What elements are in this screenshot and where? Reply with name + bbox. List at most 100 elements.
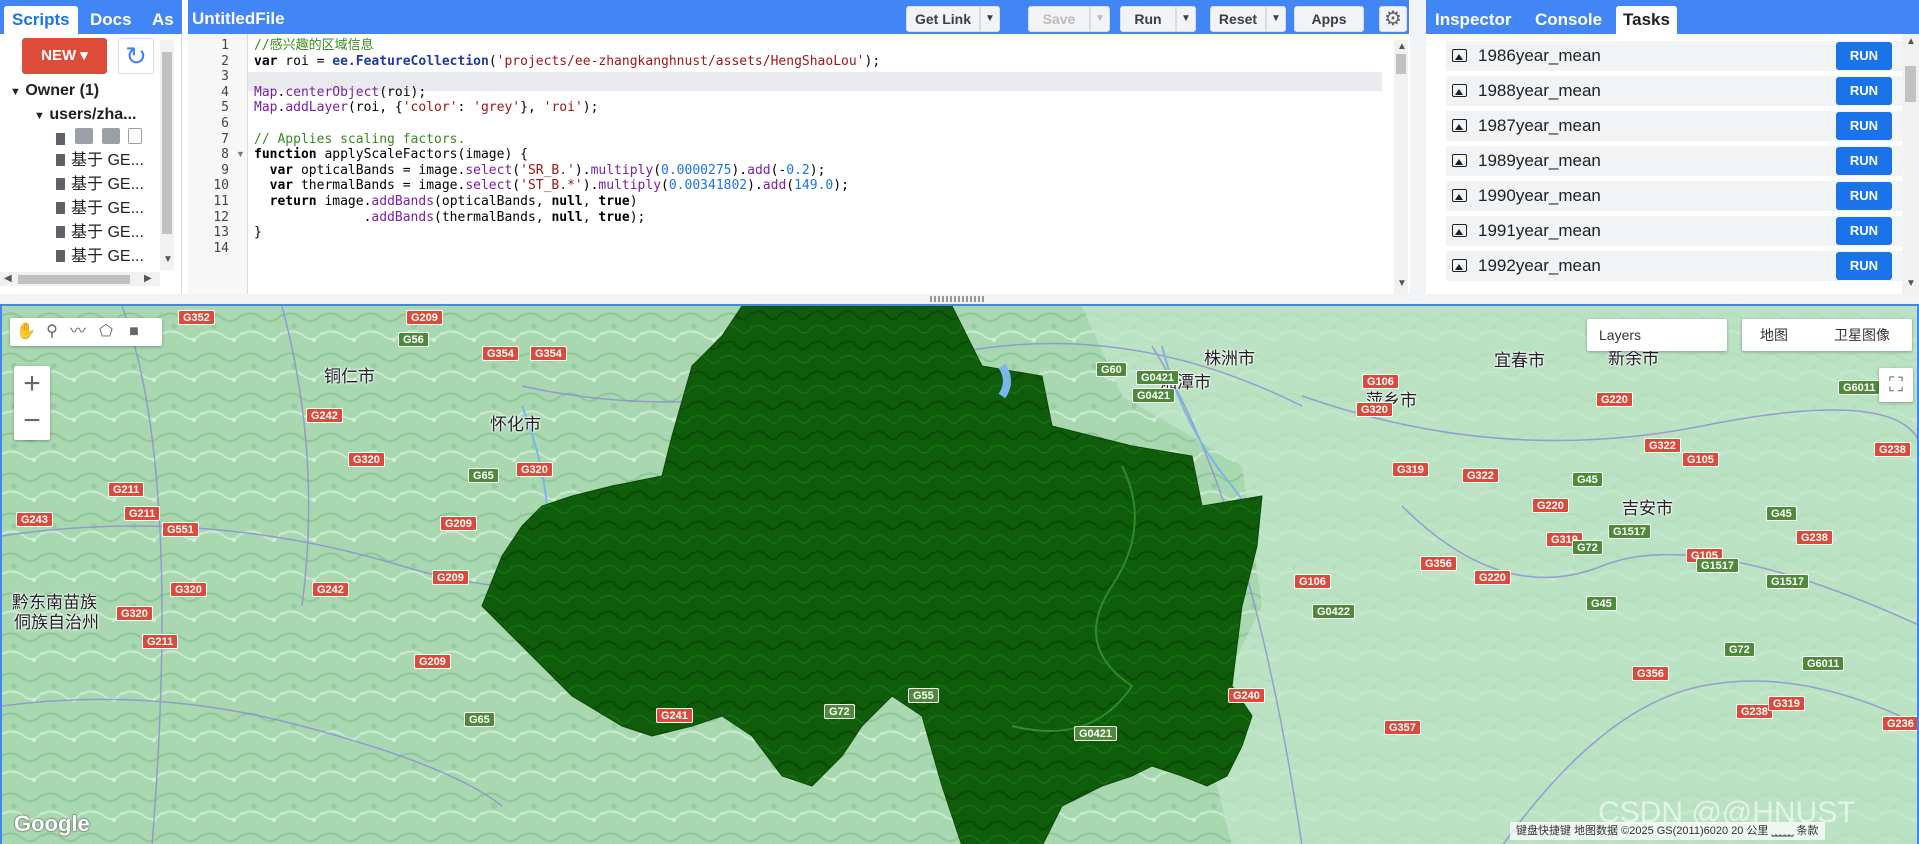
zoom-in-button[interactable]: + [14, 366, 50, 403]
task-run-button[interactable]: RUN [1836, 77, 1892, 105]
hand-icon[interactable]: ✋ [16, 322, 36, 342]
task-row: 1990year_mean RUN [1446, 181, 1902, 211]
file-title[interactable]: UntitledFile [192, 6, 285, 32]
task-name: 1990year_mean [1478, 186, 1601, 205]
code-area[interactable]: //感兴趣的区域信息 var roi = ee.FeatureCollection… [254, 34, 1382, 294]
refresh-icon[interactable]: ↻ [118, 38, 154, 74]
panel-resize-handle[interactable] [1410, 0, 1426, 294]
tree-horizontal-scrollbar[interactable]: ◀ ▶ [0, 272, 160, 286]
apps-button[interactable]: Apps [1294, 6, 1364, 32]
code-line[interactable]: .addBands(thermalBands, null, true); [254, 208, 646, 227]
scroll-down-icon[interactable]: ▼ [163, 254, 173, 265]
image-icon [1452, 84, 1467, 97]
road-shield: G1517 [1608, 524, 1652, 539]
scrollbar-thumb[interactable] [162, 52, 172, 234]
task-run-button[interactable]: RUN [1836, 182, 1892, 210]
road-shield: G240 [1228, 688, 1265, 703]
road-shield: G106 [1362, 374, 1399, 389]
polygon-icon[interactable]: ⬠ [96, 322, 116, 342]
road-shield: G72 [1724, 642, 1755, 657]
map-type-roadmap[interactable]: 地图 [1760, 319, 1788, 351]
file-icon [56, 226, 65, 238]
road-shield: G320 [1356, 402, 1393, 417]
tree-vertical-scrollbar[interactable]: ▼ [160, 40, 174, 270]
history-icon[interactable] [75, 128, 94, 144]
task-run-button[interactable]: RUN [1836, 217, 1892, 245]
scroll-right-icon[interactable]: ▶ [144, 273, 152, 284]
tab-scripts[interactable]: Scripts [4, 6, 78, 34]
fold-icon[interactable]: ▼ [236, 149, 245, 159]
line-icon[interactable]: 〰 [68, 322, 88, 342]
task-row: 1986year_mean RUN [1446, 41, 1902, 71]
task-run-button[interactable]: RUN [1836, 112, 1892, 140]
task-name: 1989year_mean [1478, 151, 1601, 170]
road-shield: G209 [440, 516, 477, 531]
map-type-control: 地图 卫星图像 [1742, 319, 1912, 351]
scroll-down-icon[interactable]: ▼ [1906, 278, 1916, 289]
map-type-satellite[interactable]: 卫星图像 [1834, 319, 1890, 351]
road-shield: G72 [824, 704, 855, 719]
new-button[interactable]: NEW ▾ [22, 38, 107, 74]
map-resize-handle[interactable] [0, 294, 1919, 304]
scroll-left-icon[interactable]: ◀ [4, 273, 12, 284]
road-shield: G211 [124, 506, 161, 521]
tree-owner-node[interactable]: ▼ Owner (1) [10, 80, 99, 102]
tree-repo-node[interactable]: ▼ users/zha... [34, 104, 137, 126]
image-icon [1452, 259, 1467, 272]
delete-icon[interactable] [128, 128, 143, 144]
code-line[interactable]: } [254, 223, 262, 242]
road-shield: G0421 [1132, 388, 1176, 403]
road-shield: G65 [468, 468, 499, 483]
road-shield: G238 [1874, 442, 1911, 457]
scrollbar-thumb[interactable] [1905, 66, 1916, 102]
task-run-button[interactable]: RUN [1836, 42, 1892, 70]
map-attribution[interactable]: 键盘快捷键 地图数据 ©2025 GS(2011)6020 20 公里 ⎵⎵⎵⎵… [1510, 822, 1825, 840]
tab-assets[interactable]: As [144, 6, 182, 34]
road-shield: G45 [1766, 506, 1797, 521]
road-shield: G551 [162, 522, 199, 537]
zoom-out-button[interactable]: − [14, 403, 50, 440]
road-shield: G0422 [1312, 604, 1356, 619]
road-shield: G322 [1462, 468, 1499, 483]
tab-tasks[interactable]: Tasks [1616, 6, 1677, 34]
tasks-scrollbar[interactable]: ▲ ▼ [1902, 34, 1919, 294]
scroll-up-icon[interactable]: ▲ [1397, 41, 1407, 52]
road-shield: G319 [1768, 696, 1805, 711]
scrollbar-thumb[interactable] [18, 275, 130, 284]
scroll-down-icon[interactable]: ▼ [1397, 278, 1407, 289]
tree-file-item[interactable]: 基于 GE... [56, 246, 144, 268]
edit-icon[interactable] [101, 128, 120, 144]
task-name: 1992year_mean [1478, 256, 1601, 275]
layers-button[interactable]: Layers [1587, 319, 1727, 351]
task-run-button[interactable]: RUN [1836, 147, 1892, 175]
chevron-down-icon[interactable]: ▼ [980, 6, 1000, 32]
tree-file-item[interactable]: 基于 GE... [56, 150, 144, 172]
rectangle-icon[interactable]: ■ [124, 322, 144, 342]
tab-console[interactable]: Console [1528, 6, 1609, 34]
gear-icon[interactable]: ⚙ [1379, 6, 1407, 32]
tab-inspector[interactable]: Inspector [1428, 6, 1519, 34]
code-line[interactable]: Map.addLayer(roi, {'color': 'grey'}, 'ro… [254, 98, 598, 117]
chevron-down-icon[interactable]: ▼ [1266, 6, 1286, 32]
scroll-up-icon[interactable]: ▲ [1906, 36, 1916, 47]
marker-icon[interactable]: ⚲ [42, 322, 62, 342]
tree-file-item[interactable]: 基于 GE... [56, 222, 144, 244]
code-line[interactable]: var roi = ee.FeatureCollection('projects… [254, 52, 880, 71]
run-button[interactable]: Run [1120, 6, 1176, 32]
tree-file-item[interactable]: 基于 GE... [56, 174, 144, 196]
tree-file-item[interactable]: 基于 GE... [56, 198, 144, 220]
city-label: 侗族自治州 [14, 613, 99, 632]
scrollbar-thumb[interactable] [1396, 54, 1406, 74]
file-label: 基于 GE... [71, 176, 144, 193]
chevron-down-icon[interactable]: ▼ [1176, 6, 1196, 32]
fullscreen-icon[interactable]: ⛶ [1879, 368, 1913, 402]
get-link-button[interactable]: Get Link [906, 6, 980, 32]
task-run-button[interactable]: RUN [1836, 252, 1892, 280]
save-button[interactable]: Save [1028, 6, 1090, 32]
map-view[interactable]: 铜仁市 怀化市 株洲市 湘潭市 宜春市 新余市 萍乡市 吉安市 黔东南苗族 侗族自治州 G352 G… [0, 304, 1919, 844]
tab-docs[interactable]: Docs [82, 6, 140, 34]
chevron-down-icon[interactable]: ▼ [1090, 6, 1110, 32]
road-shield: G220 [1474, 570, 1511, 585]
reset-button[interactable]: Reset [1210, 6, 1266, 32]
editor-vertical-scrollbar[interactable]: ▲ ▼ [1394, 40, 1408, 294]
